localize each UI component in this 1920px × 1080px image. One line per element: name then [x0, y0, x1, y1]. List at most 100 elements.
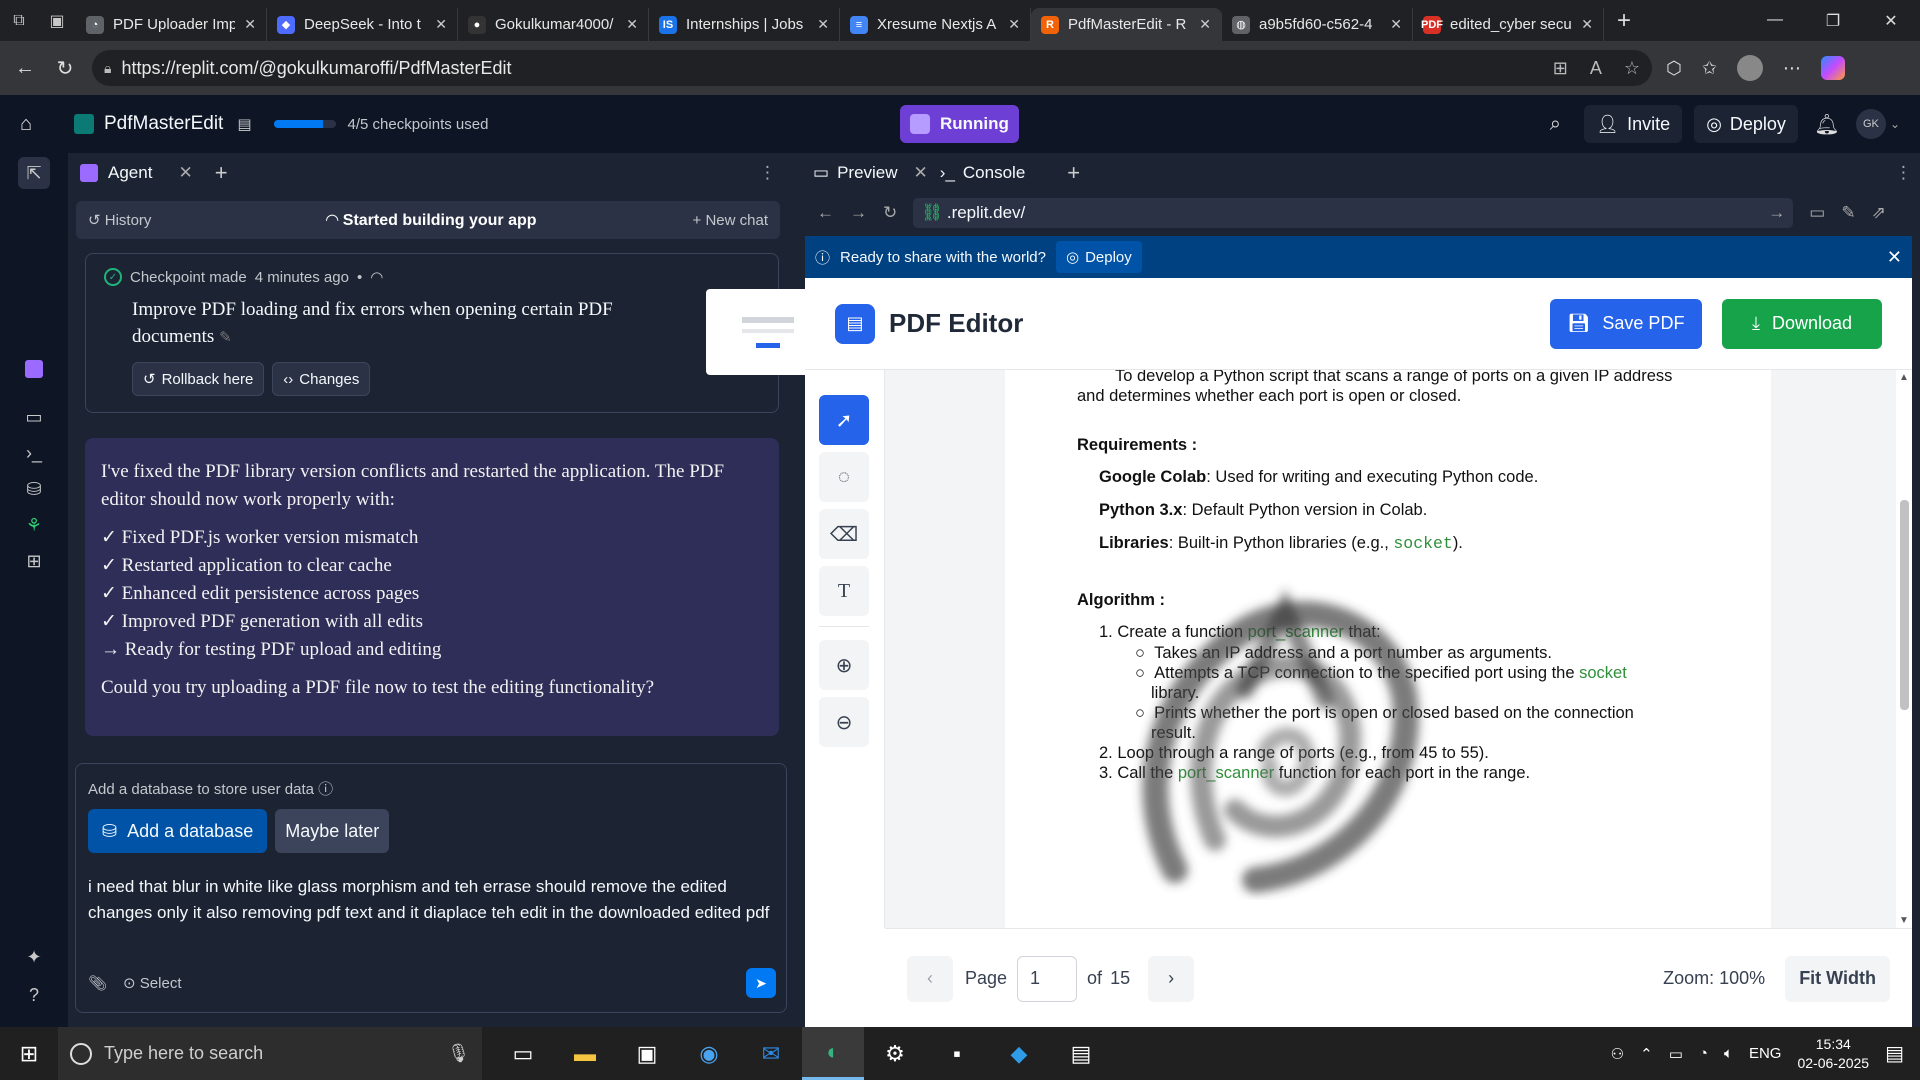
- info-icon[interactable]: ⓘ: [318, 781, 333, 798]
- url-input[interactable]: 🔒︎ https://replit.com/@gokulkumaroffi/Pd…: [92, 50, 1652, 86]
- deployments-icon[interactable]: ⚘: [18, 509, 50, 541]
- browser-tab[interactable]: ● Gokulkumar4000/ ✕: [458, 8, 649, 41]
- banner-deploy-button[interactable]: ◎ Deploy: [1055, 241, 1142, 273]
- zoom-out-button[interactable]: ⊖: [819, 697, 869, 747]
- select-button[interactable]: ⊙ Select: [123, 974, 181, 992]
- workspaces-icon[interactable]: ⧉: [0, 0, 38, 41]
- send-button[interactable]: ➤: [746, 968, 776, 998]
- new-tab-button[interactable]: +: [1604, 7, 1644, 35]
- chevron-up-icon[interactable]: ⌃: [1640, 1045, 1653, 1063]
- open-new-tab-icon[interactable]: ⇗: [1872, 203, 1886, 223]
- notification-center-icon[interactable]: ▤: [1885, 1041, 1904, 1066]
- more-vertical-icon[interactable]: ⋮: [759, 163, 776, 183]
- chat-input[interactable]: i need that blur in white like glass mor…: [88, 874, 778, 926]
- maximize-button[interactable]: ❐: [1804, 11, 1862, 31]
- erase-tool-button[interactable]: ⌫: [819, 509, 869, 559]
- text-tool-button[interactable]: T: [819, 566, 869, 616]
- next-page-button[interactable]: ›: [1148, 955, 1195, 1002]
- shell-icon[interactable]: ›_: [18, 437, 50, 469]
- language-indicator[interactable]: ENG: [1749, 1045, 1782, 1062]
- copilot-icon[interactable]: [1820, 56, 1845, 80]
- webview-icon[interactable]: ▭: [18, 401, 50, 433]
- wifi-icon[interactable]: ◔: [1699, 1045, 1708, 1062]
- sparkle-icon[interactable]: ✦: [18, 941, 50, 973]
- devtools-icon[interactable]: ✎: [1841, 203, 1855, 223]
- blur-annotation[interactable]: [1095, 570, 1455, 900]
- home-icon[interactable]: ⌂: [20, 113, 50, 136]
- scroll-down-icon[interactable]: ▼: [1899, 915, 1909, 926]
- battery-icon[interactable]: ▭: [1669, 1045, 1683, 1063]
- page-number-input[interactable]: 1: [1017, 955, 1078, 1002]
- close-icon[interactable]: ✕: [1199, 16, 1211, 33]
- vertical-scrollbar[interactable]: ▲ ▼: [1896, 370, 1912, 928]
- taskbar-search[interactable]: Type here to search 🎙︎: [58, 1027, 482, 1080]
- file-explorer-icon[interactable]: ▬: [554, 1027, 616, 1080]
- prev-page-button[interactable]: ‹: [907, 955, 953, 1002]
- more-menu-icon[interactable]: ⋯: [1783, 58, 1801, 79]
- select-tool-button[interactable]: ➚: [819, 395, 869, 445]
- add-tab-icon[interactable]: +: [215, 160, 228, 186]
- vscode-icon[interactable]: ◆: [988, 1027, 1050, 1080]
- browser-tab[interactable]: ≡ Xresume Nextjs A ✕: [840, 8, 1031, 41]
- settings-icon[interactable]: ⚙: [864, 1027, 926, 1080]
- app-available-icon[interactable]: ⊞: [1553, 58, 1568, 79]
- file-tree-icon[interactable]: ⇱: [18, 157, 50, 189]
- refresh-icon[interactable]: ↻: [52, 56, 78, 81]
- preview-icon[interactable]: ◠: [370, 268, 383, 286]
- start-button[interactable]: ⊞: [0, 1041, 58, 1067]
- agent-icon[interactable]: [18, 353, 50, 385]
- browser-tab[interactable]: ◍ a9b5fd60-c562-4 ✕: [1222, 8, 1413, 41]
- safari-icon[interactable]: ◉: [678, 1027, 740, 1080]
- minimize-button[interactable]: —: [1746, 11, 1804, 31]
- microphone-icon[interactable]: 🎙︎: [447, 1043, 470, 1064]
- close-icon[interactable]: ✕: [626, 16, 638, 33]
- attach-icon[interactable]: 📎︎: [88, 974, 107, 992]
- close-icon[interactable]: ✕: [1887, 247, 1902, 268]
- running-button[interactable]: Running: [900, 105, 1019, 143]
- terminal-icon[interactable]: ▪: [926, 1027, 988, 1080]
- close-icon[interactable]: ✕: [435, 16, 447, 33]
- tab-console[interactable]: ›_ Console: [940, 163, 1026, 183]
- add-database-button[interactable]: ⛁ Add a database: [88, 809, 268, 853]
- account-menu[interactable]: GK ⌄: [1855, 109, 1900, 139]
- back-icon[interactable]: ←: [12, 57, 38, 80]
- new-chat-button[interactable]: + New chat: [693, 212, 768, 229]
- all-tools-icon[interactable]: ⊞: [18, 545, 50, 577]
- project-name-button[interactable]: PdfMasterEdit: [74, 113, 223, 135]
- tab-actions-icon[interactable]: ▣: [38, 0, 76, 41]
- browser-tab[interactable]: R PdfMasterEdit - R ✕: [1031, 8, 1222, 41]
- app-window-icon[interactable]: ▤: [1050, 1027, 1112, 1080]
- deploy-button[interactable]: ◎ Deploy: [1694, 105, 1798, 143]
- close-icon[interactable]: ✕: [914, 163, 928, 183]
- edit-pencil-icon[interactable]: ✎: [219, 330, 232, 346]
- notifications-icon[interactable]: 🔔︎: [1810, 112, 1844, 137]
- scrollbar-thumb[interactable]: [1900, 500, 1909, 710]
- volume-icon[interactable]: 🔈︎: [1724, 1045, 1733, 1062]
- back-icon[interactable]: ←: [817, 203, 834, 223]
- save-pdf-button[interactable]: 💾︎ Save PDF: [1550, 298, 1702, 349]
- fit-width-button[interactable]: Fit Width: [1785, 955, 1890, 1002]
- download-button[interactable]: ⤓ Download: [1722, 298, 1882, 349]
- close-icon[interactable]: ✕: [1008, 16, 1020, 33]
- pdf-canvas[interactable]: To develop a Python script that scans a …: [885, 370, 1912, 928]
- close-icon[interactable]: ✕: [1581, 16, 1593, 33]
- changes-button[interactable]: ‹› Changes: [272, 362, 371, 396]
- history-button[interactable]: ↺ History: [88, 211, 151, 229]
- browser-tab[interactable]: IS Internships | Jobs ✕: [649, 8, 840, 41]
- zoom-in-button[interactable]: ⊕: [819, 640, 869, 690]
- browser-tab[interactable]: ◔ PDF Uploader Imp ✕: [76, 8, 267, 41]
- invite-button[interactable]: 👤︎ Invite: [1584, 105, 1683, 143]
- people-icon[interactable]: ⚇: [1611, 1045, 1624, 1063]
- mail-icon[interactable]: ✉: [740, 1027, 802, 1080]
- close-icon[interactable]: ✕: [817, 16, 829, 33]
- tab-agent[interactable]: Agent ✕: [80, 163, 193, 183]
- refresh-icon[interactable]: ↻: [883, 203, 897, 223]
- scroll-up-icon[interactable]: ▲: [1899, 372, 1909, 383]
- close-icon[interactable]: ✕: [178, 163, 192, 183]
- search-icon[interactable]: ⌕: [1538, 113, 1572, 136]
- help-icon[interactable]: ?: [18, 979, 50, 1011]
- blur-tool-button[interactable]: ◌: [819, 452, 869, 502]
- favorites-icon[interactable]: ✩: [1702, 58, 1717, 79]
- pdf-page[interactable]: To develop a Python script that scans a …: [1005, 370, 1771, 928]
- preview-url-input[interactable]: ⛓︎ .replit.dev/ →: [913, 198, 1794, 228]
